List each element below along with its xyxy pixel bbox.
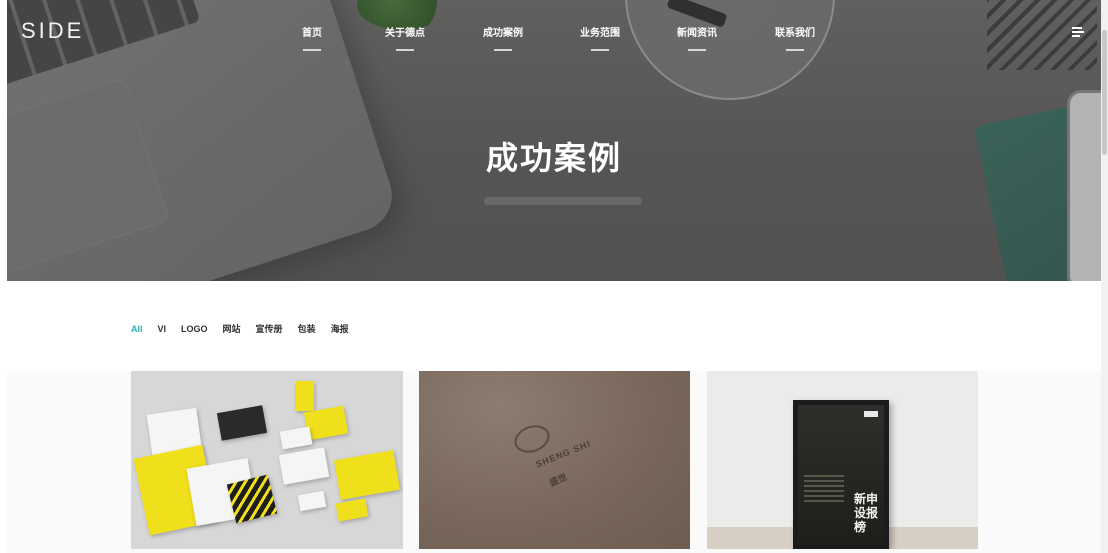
menu-icon[interactable] bbox=[1071, 25, 1085, 39]
nav-underline bbox=[786, 49, 804, 51]
nav-underline bbox=[688, 49, 706, 51]
poster-headline: 新申 设报 榜 bbox=[854, 492, 878, 534]
stationery-card bbox=[279, 426, 313, 450]
nav-underline bbox=[396, 49, 414, 51]
nav-item-label: 新闻资讯 bbox=[677, 28, 717, 39]
stationery-envelope bbox=[278, 447, 330, 485]
menu-icon-glyph bbox=[1072, 27, 1084, 37]
case-card-poster[interactable]: 新申 设报 榜 bbox=[707, 371, 978, 549]
case-card-logo[interactable]: SHENG SHI 盛世 bbox=[419, 371, 690, 549]
nav-item-label: 首页 bbox=[302, 28, 322, 39]
filter-vi[interactable]: VI bbox=[158, 322, 167, 336]
nav-item-label: 业务范围 bbox=[580, 28, 620, 39]
poster-line: 榜 bbox=[853, 520, 866, 534]
stationery-tag bbox=[335, 498, 369, 522]
nav-item-label: 关于德点 bbox=[385, 28, 425, 39]
filter-brochure[interactable]: 宣传册 bbox=[256, 322, 283, 336]
stationery-tablet bbox=[216, 405, 268, 441]
page-scrollbar[interactable] bbox=[1101, 0, 1108, 553]
nav-item-news[interactable]: 新闻资讯 bbox=[677, 24, 717, 51]
filter-website[interactable]: 网站 bbox=[223, 322, 241, 336]
nav-underline bbox=[494, 49, 512, 51]
nav-item-cases[interactable]: 成功案例 bbox=[483, 24, 523, 51]
filter-logo[interactable]: LOGO bbox=[181, 322, 208, 336]
filter-poster[interactable]: 海报 bbox=[331, 322, 349, 336]
scrollbar-thumb[interactable] bbox=[1102, 30, 1107, 155]
stationery-pattern bbox=[226, 474, 278, 524]
stationery-cup bbox=[296, 381, 314, 411]
nav-item-contact[interactable]: 联系我们 bbox=[775, 24, 815, 51]
page-title: 成功案例 bbox=[485, 140, 622, 176]
filter-packaging[interactable]: 包装 bbox=[298, 322, 316, 336]
main-nav: 首页 关于德点 成功案例 业务范围 新闻资讯 联系我们 bbox=[7, 0, 1101, 60]
poster: 新申 设报 榜 bbox=[798, 405, 884, 544]
poster-line: 新申 bbox=[853, 492, 878, 506]
poster-badge bbox=[864, 411, 878, 417]
filter-all[interactable]: All bbox=[131, 322, 143, 336]
poster-line: 设报 bbox=[853, 506, 878, 520]
stationery-envelope-yellow bbox=[333, 450, 401, 500]
nav-item-label: 成功案例 bbox=[483, 28, 523, 39]
nav-underline bbox=[591, 49, 609, 51]
stationery-badge bbox=[297, 490, 327, 512]
nav-item-label: 联系我们 bbox=[775, 28, 815, 39]
title-divider bbox=[484, 197, 642, 205]
nav-item-services[interactable]: 业务范围 bbox=[580, 24, 620, 51]
nav-item-about[interactable]: 关于德点 bbox=[385, 24, 425, 51]
poster-frame: 新申 设报 榜 bbox=[793, 400, 889, 549]
nav-underline bbox=[303, 49, 321, 51]
nav-item-home[interactable]: 首页 bbox=[302, 24, 322, 51]
poster-fine-print bbox=[804, 475, 844, 505]
hero-banner: SIDE 首页 关于德点 成功案例 业务范围 新闻资讯 联系我们 成功案例 bbox=[7, 0, 1101, 281]
case-card-vi[interactable] bbox=[131, 371, 403, 549]
category-filter-bar: All VI LOGO 网站 宣传册 包装 海报 bbox=[131, 322, 364, 336]
